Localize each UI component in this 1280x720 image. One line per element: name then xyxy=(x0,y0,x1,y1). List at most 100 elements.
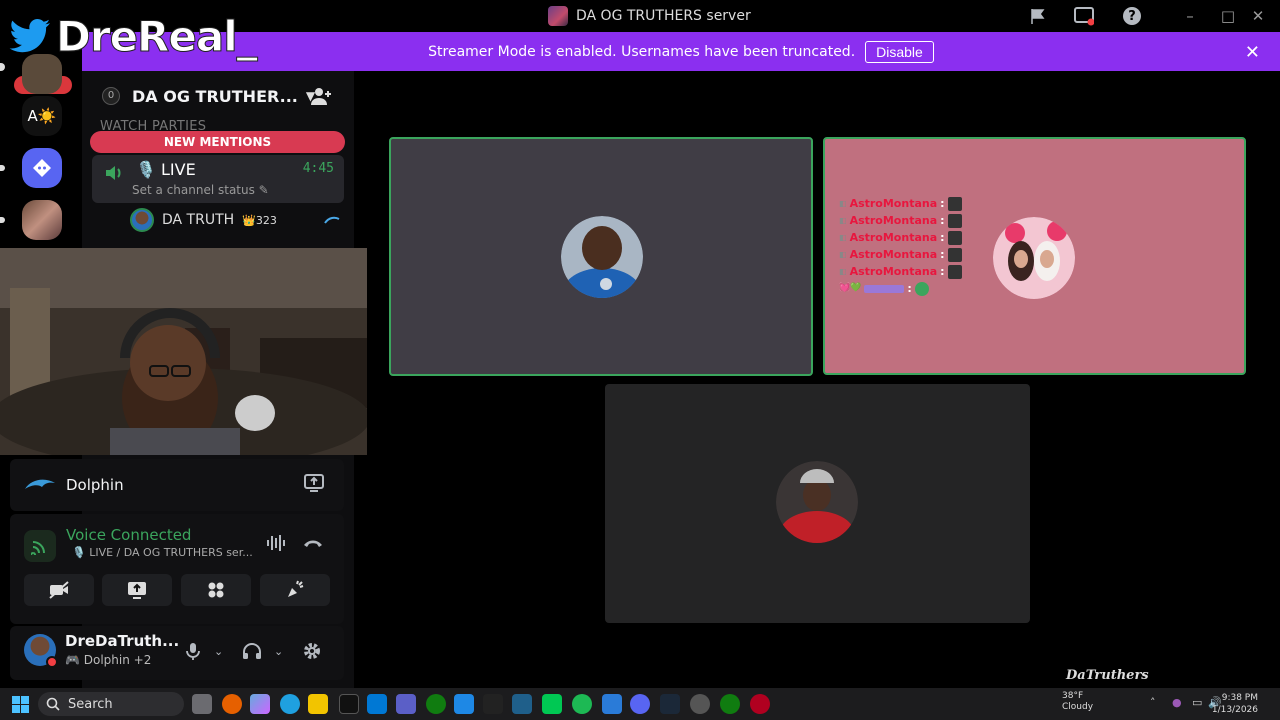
gear-icon[interactable] xyxy=(302,641,322,661)
participant-tile[interactable] xyxy=(605,384,1030,623)
chat-overlay: ◧ AstroMontana: ◧ AstroMontana: ◧ AstroMont… xyxy=(839,195,962,297)
unread-indicator xyxy=(0,63,5,71)
disable-button[interactable]: Disable xyxy=(865,40,934,63)
channel-name-text: LIVE xyxy=(161,160,196,179)
chat-separator: : xyxy=(940,214,945,227)
windows-start-icon[interactable] xyxy=(12,696,29,713)
noise-suppression-icon[interactable] xyxy=(266,534,286,552)
maximize-icon[interactable]: □ xyxy=(1218,6,1238,26)
dolphin-taskbar-icon[interactable] xyxy=(512,694,532,714)
firefox-icon[interactable] xyxy=(222,694,242,714)
connection-signal-icon[interactable] xyxy=(24,530,56,562)
spotify-icon[interactable] xyxy=(572,694,592,714)
participant-tile[interactable] xyxy=(389,137,813,376)
twitter-bird-icon xyxy=(9,18,51,52)
network-icon[interactable]: ▭ xyxy=(1192,696,1202,709)
member-badge: 👑323 xyxy=(242,213,277,227)
app-icon[interactable] xyxy=(483,694,503,714)
chat-separator: : xyxy=(940,265,945,278)
new-mentions-bar[interactable]: NEW MENTIONS xyxy=(90,131,345,153)
discord-server-icon[interactable] xyxy=(22,148,62,188)
windows-taskbar: Search 38°F Cloudy ˄ ● ▭ 🔊 9:38 PM 1/13/… xyxy=(0,688,1280,720)
settings-icon[interactable] xyxy=(690,694,710,714)
taskbar-search[interactable]: Search xyxy=(38,692,184,716)
close-icon[interactable]: ✕ xyxy=(1245,42,1260,63)
weather-widget[interactable]: 38°F Cloudy xyxy=(1062,691,1093,713)
camera-off-icon xyxy=(49,581,69,599)
disconnect-icon[interactable] xyxy=(302,534,324,552)
soundboard-button[interactable] xyxy=(260,574,330,606)
close-window-icon[interactable]: ✕ xyxy=(1248,6,1268,26)
redacted-username xyxy=(864,284,905,293)
share-screen-button[interactable] xyxy=(102,574,172,606)
clock[interactable]: 9:38 PM 1/13/2026 xyxy=(1212,692,1258,716)
activities-button[interactable] xyxy=(181,574,251,606)
flag-icon[interactable] xyxy=(1028,6,1048,26)
minimize-icon[interactable]: – xyxy=(1180,6,1200,26)
search-placeholder: Search xyxy=(68,696,113,712)
user-activity-text: Dolphin xyxy=(83,653,130,667)
camera-off-button[interactable] xyxy=(24,574,94,606)
chevron-up-icon[interactable]: ˄ xyxy=(1150,696,1156,709)
steam-icon[interactable] xyxy=(660,694,680,714)
microphone-icon xyxy=(186,643,200,660)
participant-tile-streaming[interactable]: ◧ AstroMontana: ◧ AstroMontana: ◧ AstroMont… xyxy=(823,137,1246,375)
teams-icon[interactable] xyxy=(396,694,416,714)
server-avatar[interactable] xyxy=(22,200,62,240)
webcam-feed xyxy=(0,248,367,455)
emote-icon xyxy=(947,264,962,279)
app-icon[interactable] xyxy=(454,694,474,714)
channel-name: 🎙️ LIVE xyxy=(136,160,196,179)
screen-share-icon[interactable] xyxy=(304,473,324,493)
username[interactable]: DreDaTruth... xyxy=(65,632,179,650)
task-view-icon[interactable] xyxy=(192,694,212,714)
member-badge-count: 323 xyxy=(255,213,277,227)
obs-icon[interactable] xyxy=(750,694,770,714)
voice-channel-live[interactable]: 🎙️ LIVE 4:45 Set a channel status ✎ xyxy=(92,155,344,203)
chat-username: AstroMontana xyxy=(849,197,938,210)
app-icon[interactable] xyxy=(602,694,622,714)
unread-indicator xyxy=(0,217,5,223)
gaming-app-icon[interactable] xyxy=(426,694,446,714)
clock-time: 9:38 PM xyxy=(1221,693,1258,703)
file-explorer-icon[interactable] xyxy=(308,694,328,714)
screen-share-icon xyxy=(128,582,146,599)
xbox-icon[interactable] xyxy=(720,694,740,714)
weather-temp: 38°F xyxy=(1062,691,1084,701)
headphones-button[interactable] xyxy=(242,641,262,661)
activity-panel[interactable]: Dolphin xyxy=(10,459,344,511)
discord-icon[interactable] xyxy=(630,694,650,714)
voice-connected-label[interactable]: Voice Connected xyxy=(66,526,191,544)
channel-status[interactable]: Set a channel status ✎ xyxy=(132,183,269,197)
help-icon[interactable]: ? xyxy=(1122,6,1142,26)
copilot-icon[interactable] xyxy=(250,694,270,714)
voice-channel-name[interactable]: 🎙️ LIVE / DA OG TRUTHERS ser... xyxy=(72,546,253,559)
app-icon[interactable] xyxy=(339,694,359,714)
user-activity: 🎮 Dolphin +2 xyxy=(65,653,152,667)
microphone-button[interactable] xyxy=(186,641,200,661)
server-avatar[interactable]: A☀️ xyxy=(22,96,62,136)
edge-icon[interactable] xyxy=(280,694,300,714)
stream-overlay-logo: DreReal_ xyxy=(8,12,258,62)
emote-icon xyxy=(947,213,962,228)
chat-separator: : xyxy=(940,248,945,261)
avatar xyxy=(993,217,1075,299)
app-icon[interactable] xyxy=(542,694,562,714)
chat-line: ◧ AstroMontana: xyxy=(839,195,962,212)
outlook-icon[interactable] xyxy=(367,694,387,714)
search-icon xyxy=(46,697,60,711)
mic-tray-icon[interactable]: ● xyxy=(1172,696,1182,709)
server-header[interactable]: 0 DA OG TRUTHER... ▼ xyxy=(82,71,354,121)
chat-separator: : xyxy=(940,231,945,244)
chevron-down-icon[interactable]: ⌄ xyxy=(274,641,283,661)
chat-username: AstroMontana xyxy=(849,248,938,261)
chevron-down-icon[interactable]: ⌄ xyxy=(214,641,223,661)
voice-member[interactable]: DA TRUTH 👑323 xyxy=(130,207,277,233)
chat-line: 💓💚: xyxy=(839,280,962,297)
dolphin-icon xyxy=(25,479,55,489)
invite-people-icon[interactable] xyxy=(310,85,332,107)
window-title-text: DA OG TRUTHERS server xyxy=(576,8,751,24)
inbox-icon[interactable] xyxy=(1074,6,1094,26)
server-icon xyxy=(548,6,568,26)
chat-username: AstroMontana xyxy=(849,214,938,227)
